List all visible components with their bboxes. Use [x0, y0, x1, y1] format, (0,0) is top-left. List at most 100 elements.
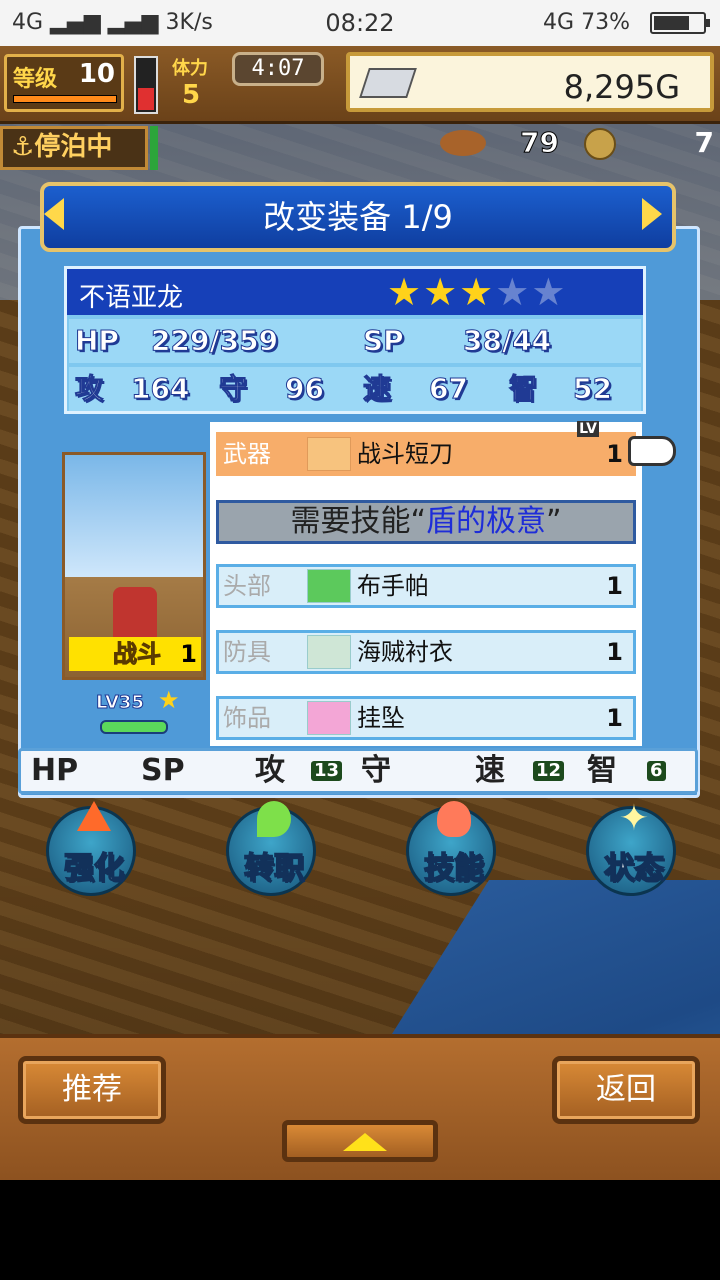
slot-label: 头部	[223, 572, 271, 600]
stamina-label: 体力	[172, 58, 208, 79]
change-job-button[interactable]: 转职	[226, 801, 316, 896]
up-triangle-icon	[343, 1133, 387, 1151]
skills-label: 技能	[423, 850, 485, 887]
star-icon-2: ★	[423, 270, 458, 314]
hp-value: 229/359	[150, 324, 279, 358]
equip-name: 战斗短刀	[357, 440, 453, 468]
level-star-icon: ★	[158, 686, 180, 714]
bonus-sp-label: SP	[141, 753, 185, 788]
flame-icon	[437, 801, 471, 837]
status-bar: 4G ▂▄▆ ▂▄▆ 3K/s 08:22 4G 73%	[0, 0, 720, 46]
bandana-icon	[307, 569, 351, 603]
recommend-button[interactable]: 推荐	[18, 1056, 166, 1124]
character-name: 不语亚龙	[79, 283, 184, 313]
stamina: 体力 5	[168, 54, 228, 112]
stamina-value: 5	[182, 80, 201, 110]
bonus-hp-label: HP	[31, 753, 79, 788]
up-arrow-icon	[77, 801, 111, 831]
skill-req-suffix: ”	[546, 504, 562, 539]
star-icon-4: ★	[495, 270, 530, 314]
equip-level: 1	[606, 638, 623, 666]
upgrade-button[interactable]: 强化	[46, 801, 136, 896]
equip-row-head[interactable]: 头部 布手帕 1	[216, 564, 636, 608]
food-icon	[440, 130, 486, 156]
def-label: 守	[218, 372, 248, 406]
top-hud: 等级 10 体力 5 4:07 8,295G	[0, 46, 720, 124]
equip-row-accessory[interactable]: 饰品 挂坠 1	[216, 696, 636, 740]
equip-level: 1	[606, 572, 623, 600]
equip-name: 挂坠	[357, 704, 405, 732]
int-value: 52	[573, 372, 613, 406]
slot-label: 饰品	[223, 704, 271, 732]
equip-level: 1	[606, 704, 623, 732]
panel-title: 改变装备 1/9	[40, 182, 676, 252]
battery-text: 4G 73%	[543, 10, 630, 35]
skills-button[interactable]: 技能	[406, 801, 496, 896]
change-job-label: 转职	[243, 850, 305, 887]
equip-row-armor[interactable]: 防具 海贼衬衣 1	[216, 630, 636, 674]
hp-sp-row: HP 229/359 SP 38/44	[69, 319, 641, 363]
pendant-icon	[307, 701, 351, 735]
upgrade-label: 强化	[63, 850, 125, 887]
atk-value: 164	[130, 372, 190, 406]
shirt-icon	[307, 635, 351, 669]
pirate-character-sprite	[113, 587, 157, 639]
bonus-int-label: 智	[587, 753, 617, 788]
atk-label: 攻	[74, 372, 104, 406]
lv-tag: LV	[577, 421, 599, 437]
job-name: 战斗	[113, 640, 162, 669]
status-button[interactable]: ✦ 状态	[586, 801, 676, 896]
medal-count: 7	[694, 126, 714, 159]
sp-label: SP	[363, 324, 405, 358]
pointing-hand-cursor-icon	[628, 436, 676, 466]
status-label: 状态	[603, 850, 665, 887]
gold-display: 8,295G	[346, 52, 714, 112]
battery-icon	[650, 12, 710, 34]
equip-level: 1	[606, 440, 623, 468]
expand-menu-button[interactable]	[282, 1120, 438, 1162]
character-rating: ★★★★★	[387, 273, 567, 311]
gold-value: 8,295G	[563, 68, 680, 106]
skill-req-name: 盾的极意	[426, 504, 546, 539]
spd-value: 67	[429, 372, 469, 406]
silver-bar-icon	[359, 68, 417, 98]
resource-counters: 79 7	[440, 126, 720, 162]
prev-character-arrow-icon[interactable]	[44, 198, 64, 230]
medal-icon	[584, 128, 616, 160]
def-value: 96	[285, 372, 325, 406]
slot-label: 武器	[223, 440, 271, 468]
character-stats: 不语亚龙 ★★★★★ HP 229/359 SP 38/44 攻 164 守 9…	[64, 266, 646, 414]
job-badge: 战斗 1	[69, 637, 201, 671]
level-value: 10	[78, 59, 115, 89]
dagger-icon	[307, 437, 351, 471]
moored-indicator	[150, 126, 158, 170]
stamina-timer: 4:07	[232, 52, 324, 86]
next-character-arrow-icon[interactable]	[642, 198, 662, 230]
sparkle-icon: ✦	[618, 798, 650, 839]
back-button[interactable]: 返回	[552, 1056, 700, 1124]
skill-req-prefix: 需要技能“	[290, 504, 426, 539]
bonus-int-value: 6	[647, 761, 666, 781]
character-portrait[interactable]: 战斗 1	[62, 452, 206, 680]
job-level: 1	[180, 640, 197, 668]
level-exp-bar	[13, 95, 117, 103]
moored-status: ⚓停泊中	[0, 126, 148, 170]
skill-requirement: 需要技能“盾的极意”	[216, 500, 636, 544]
equip-row-weapon[interactable]: 武器 战斗短刀 1 LV	[216, 421, 636, 476]
bonus-atk-value: 13	[311, 761, 343, 781]
level-label: 等级	[13, 67, 58, 92]
equipment-bonus-strip: HP SP 攻 13 守 速 12 智 6	[18, 748, 698, 794]
equip-name: 海贼衬衣	[357, 638, 453, 666]
bonus-spd-value: 12	[533, 761, 565, 781]
star-icon-3: ★	[459, 270, 494, 314]
stamina-gauge	[134, 56, 158, 114]
star-icon-5: ★	[531, 270, 566, 314]
bonus-spd-label: 速	[475, 753, 505, 788]
character-name-bar: 不语亚龙 ★★★★★	[67, 269, 643, 315]
equip-name: 布手帕	[357, 572, 429, 600]
attribute-row: 攻 164 守 96 速 67 智 52	[69, 367, 641, 411]
hp-label: HP	[75, 324, 120, 358]
bonus-atk-label: 攻	[255, 753, 285, 788]
spd-label: 速	[362, 372, 392, 406]
sp-value: 38/44	[462, 324, 552, 358]
